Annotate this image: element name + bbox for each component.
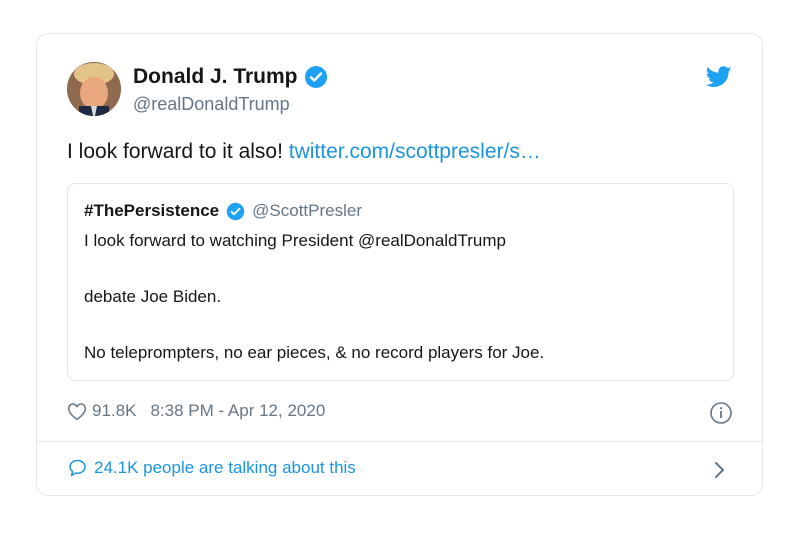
author-name-row[interactable]: Donald J. Trump [133, 65, 328, 89]
quoted-author-name: #ThePersistence [84, 201, 220, 220]
info-icon[interactable] [709, 401, 733, 425]
quoted-text-line-1: I look forward to watching President @re… [84, 231, 506, 250]
like-count[interactable]: 91.8K [92, 401, 136, 421]
quoted-tweet-header: #ThePersistence @ScottPresler [84, 201, 362, 221]
quoted-text-line-2: debate Joe Biden. [84, 287, 222, 306]
divider [37, 441, 762, 442]
quoted-tweet[interactable]: #ThePersistence @ScottPresler I look for… [67, 183, 734, 381]
twitter-bird-icon[interactable] [706, 66, 732, 88]
verified-badge-icon [304, 66, 327, 88]
speech-bubble-icon [69, 459, 86, 477]
tweet-link[interactable]: twitter.com/scottpresler/s… [289, 140, 541, 163]
chevron-right-icon[interactable] [714, 461, 726, 479]
quoted-text-line-3: No teleprompters, no ear pieces, & no re… [84, 343, 545, 362]
talking-about-label[interactable]: 24.1K people are talking about this [94, 458, 356, 478]
tweet-body: I look forward to it also! [67, 140, 289, 163]
heart-icon[interactable] [67, 402, 87, 421]
quoted-author-handle: @ScottPresler [252, 201, 362, 220]
author-handle[interactable]: @realDonaldTrump [133, 94, 290, 115]
tweet-text: I look forward to it also! twitter.com/s… [67, 140, 541, 164]
talking-about-link[interactable]: 24.1K people are talking about this [67, 458, 356, 478]
timestamp[interactable]: 8:38 PM - Apr 12, 2020 [150, 401, 325, 421]
tweet-meta: 91.8K 8:38 PM - Apr 12, 2020 [67, 401, 325, 421]
avatar[interactable] [67, 62, 121, 116]
author-name[interactable]: Donald J. Trump [133, 65, 298, 89]
tweet-card: Donald J. Trump @realDonaldTrump I look … [36, 33, 763, 496]
verified-badge-icon [226, 202, 245, 220]
